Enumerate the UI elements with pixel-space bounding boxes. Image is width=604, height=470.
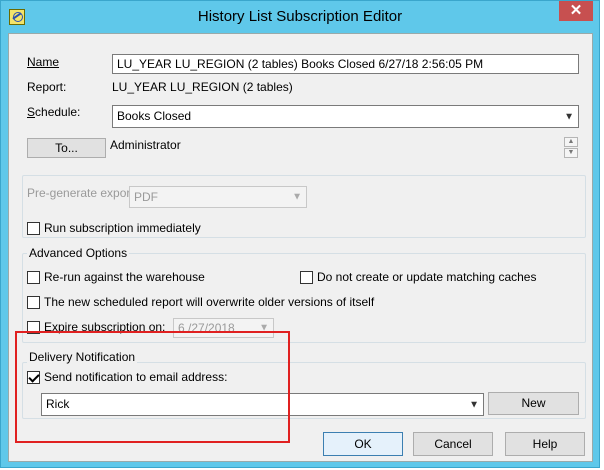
highlight-annotation [15, 331, 290, 443]
cancel-button[interactable]: Cancel [413, 432, 493, 456]
to-button[interactable]: To... [27, 138, 106, 158]
ok-button[interactable]: OK [323, 432, 403, 456]
schedule-select[interactable]: Books Closed ▼ [112, 105, 579, 128]
overwrite-checkbox[interactable]: The new scheduled report will overwrite … [27, 295, 374, 309]
run-immediately-label: Run subscription immediately [44, 221, 201, 235]
dialog-window: History List Subscription Editor ✕ Name … [0, 0, 600, 468]
title-bar[interactable]: History List Subscription Editor ✕ [1, 1, 599, 33]
run-immediately-checkbox[interactable]: Run subscription immediately [27, 221, 201, 235]
name-label: Name [27, 55, 60, 69]
advanced-options-title: Advanced Options [27, 246, 130, 260]
help-button[interactable]: Help [505, 432, 585, 456]
report-label: Report: [27, 80, 67, 94]
no-caches-checkbox[interactable]: Do not create or update matching caches [300, 270, 536, 284]
report-value: LU_YEAR LU_REGION (2 tables) [112, 80, 293, 94]
recipient-value: Administrator [110, 138, 181, 152]
checkbox-box [27, 295, 40, 309]
scroll-down-icon[interactable]: ▼ [564, 148, 578, 158]
new-address-button[interactable]: New [488, 392, 579, 415]
chevron-down-icon: ▼ [564, 111, 574, 122]
overwrite-label: The new scheduled report will overwrite … [44, 295, 375, 309]
rerun-warehouse-checkbox[interactable]: Re-run against the warehouse [27, 270, 205, 284]
pregenerate-export-value: PDF [134, 190, 158, 204]
pregenerate-export-label: Pre-generate export: [27, 186, 138, 200]
chevron-down-icon: ▼ [292, 191, 302, 203]
chevron-down-icon: ▼ [469, 399, 479, 410]
window-title: History List Subscription Editor [197, 8, 403, 25]
rerun-warehouse-label: Re-run against the warehouse [44, 270, 205, 284]
checkbox-box [300, 270, 313, 284]
checkbox-box [27, 221, 40, 235]
name-input[interactable]: LU_YEAR LU_REGION (2 tables) Books Close… [112, 54, 579, 74]
no-caches-label: Do not create or update matching caches [317, 270, 537, 284]
close-button[interactable]: ✕ [559, 1, 593, 21]
schedule-label: Schedule: [27, 105, 81, 119]
checkbox-box [27, 270, 40, 284]
schedule-selected-value: Books Closed [117, 109, 192, 123]
scroll-up-icon[interactable]: ▲ [564, 137, 578, 147]
pregenerate-export-select[interactable]: PDF ▼ [129, 186, 307, 208]
